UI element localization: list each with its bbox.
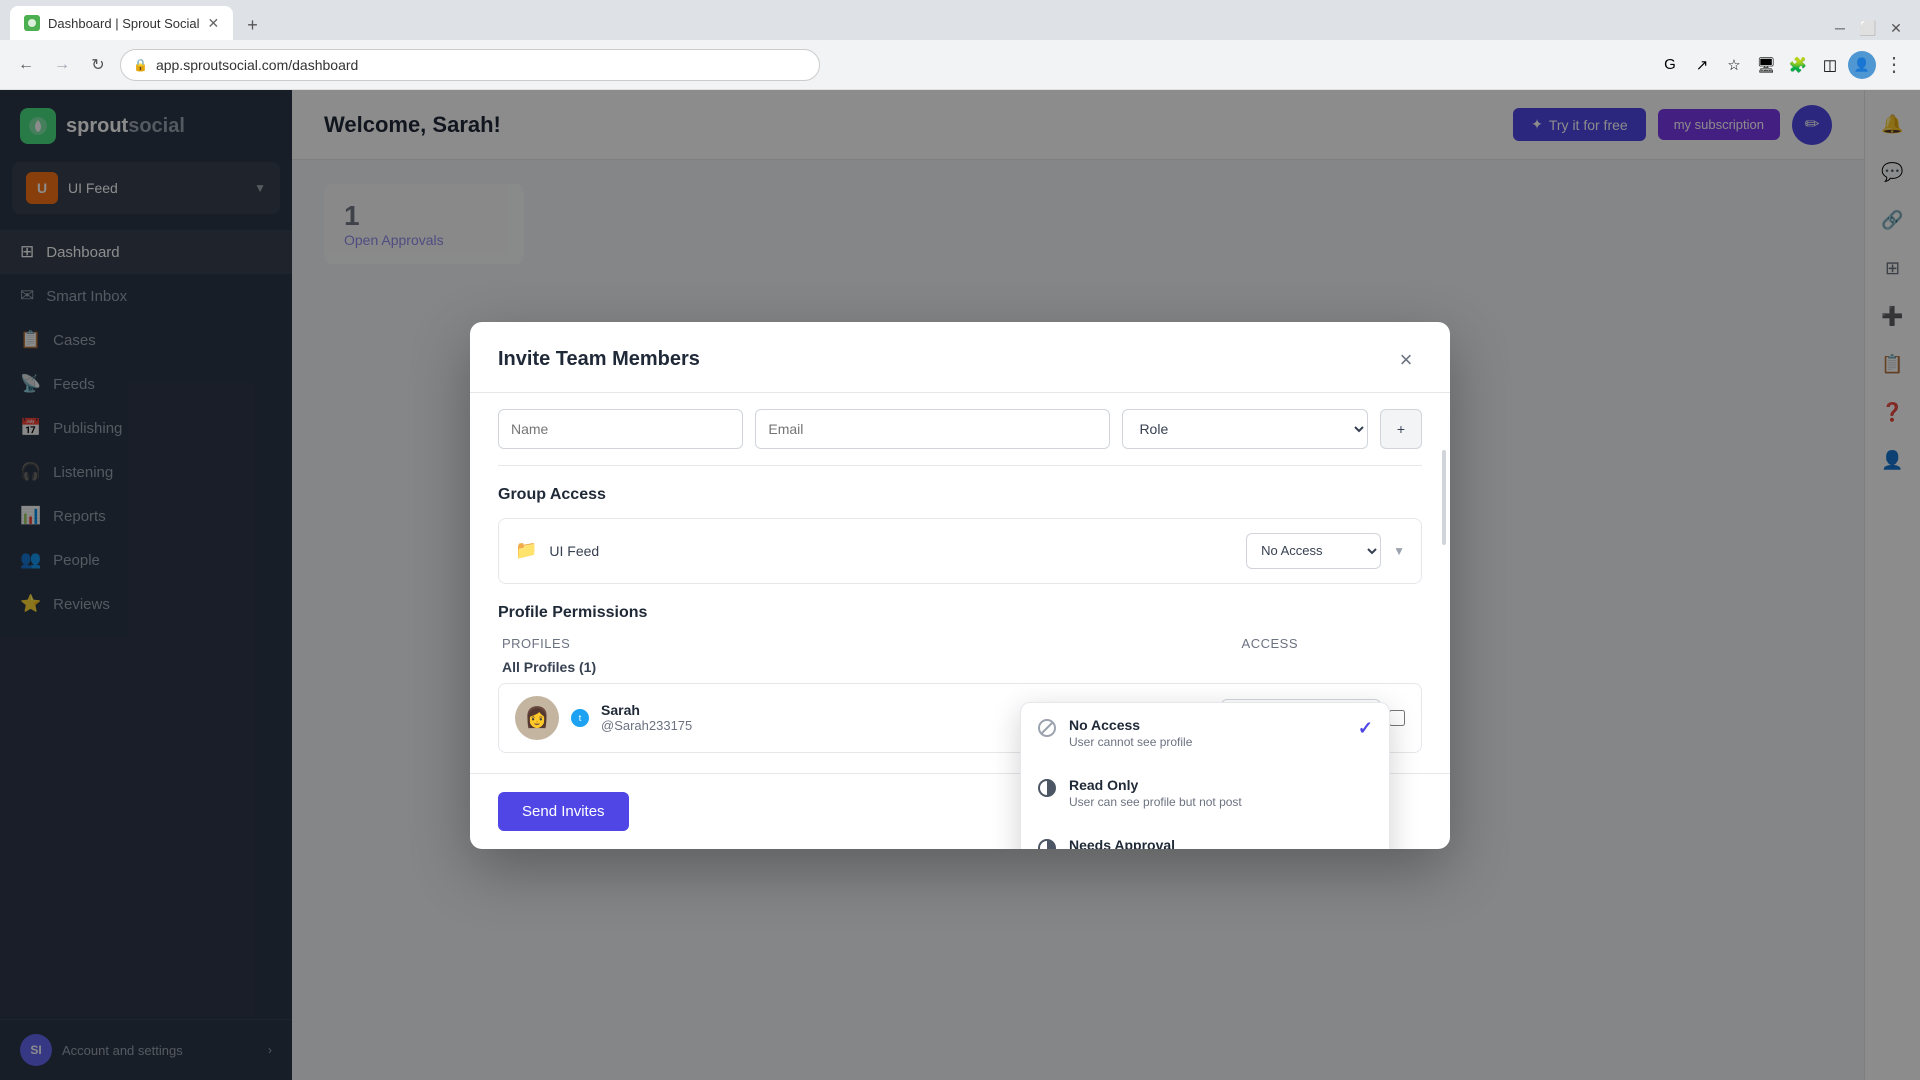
extensions-icon[interactable]: 🧩	[1784, 51, 1812, 79]
bookmark-icon[interactable]: ☆	[1720, 51, 1748, 79]
group-access-row: 📁 UI Feed No Access Read Only Needs Appr…	[498, 518, 1422, 584]
read-only-content: Read Only User can see profile but not p…	[1069, 777, 1373, 809]
group-name: UI Feed	[549, 543, 1246, 559]
google-icon[interactable]: G	[1656, 51, 1684, 79]
needs-approval-content: Needs Approval Users can see profile, ne…	[1069, 837, 1373, 849]
no-access-check: ✓	[1358, 718, 1373, 739]
no-access-label: No Access	[1069, 717, 1346, 733]
profile-icon[interactable]: 👤	[1848, 51, 1876, 79]
new-tab-button[interactable]: +	[239, 11, 266, 40]
forward-button[interactable]: →	[48, 51, 76, 79]
toolbar-right-icons: G ↗ ☆ 🖥 🧩 ◫ 👤 ⋮	[1656, 51, 1908, 79]
address-bar[interactable]: 🔒 app.sproutsocial.com/dashboard	[120, 49, 820, 81]
invite-inputs-row: Role +	[498, 393, 1422, 466]
send-invites-button[interactable]: Send Invites	[498, 792, 629, 831]
option-no-access[interactable]: No Access User cannot see profile ✓	[1021, 703, 1389, 763]
tab-title: Dashboard | Sprout Social	[48, 16, 200, 31]
role-select[interactable]: Role	[1122, 409, 1367, 449]
profiles-label: Profiles	[502, 636, 570, 651]
modal-title: Invite Team Members	[498, 348, 700, 371]
folder-icon: 📁	[515, 540, 537, 561]
invite-team-modal: Invite Team Members × Role + Group Acces…	[470, 322, 1450, 849]
profile-handle: @Sarah233175	[601, 718, 692, 733]
no-access-option-icon	[1037, 718, 1057, 738]
add-more-button[interactable]: +	[1380, 409, 1422, 449]
no-access-content: No Access User cannot see profile	[1069, 717, 1346, 749]
option-needs-approval[interactable]: Needs Approval Users can see profile, ne…	[1021, 823, 1389, 849]
active-tab[interactable]: Dashboard | Sprout Social ✕	[10, 6, 233, 40]
profile-permissions-title: Profile Permissions	[498, 604, 1422, 622]
scroll-indicator	[1442, 450, 1446, 545]
name-input[interactable]	[498, 409, 743, 449]
needs-approval-label: Needs Approval	[1069, 837, 1373, 849]
back-button[interactable]: ←	[12, 51, 40, 79]
tab-close-btn[interactable]: ✕	[208, 15, 220, 32]
group-access-section: Group Access 📁 UI Feed No Access Read On…	[498, 486, 1422, 584]
profile-display-name: Sarah	[601, 702, 692, 718]
window-minimize[interactable]: ─	[1828, 16, 1852, 40]
option-read-only[interactable]: Read Only User can see profile but not p…	[1021, 763, 1389, 823]
profiles-column-header: Profiles Access	[498, 636, 1422, 651]
refresh-button[interactable]: ↻	[84, 51, 112, 79]
share-icon[interactable]: ↗	[1688, 51, 1716, 79]
modal-overlay[interactable]: Invite Team Members × Role + Group Acces…	[0, 90, 1920, 1080]
twitter-badge: t	[571, 709, 589, 727]
sidebar-icon[interactable]: ◫	[1816, 51, 1844, 79]
read-only-label: Read Only	[1069, 777, 1373, 793]
app-container: sproutsocial U UI Feed ▼ ⊞ Dashboard ✉ S…	[0, 90, 1920, 1080]
no-access-desc: User cannot see profile	[1069, 735, 1346, 749]
window-close[interactable]: ✕	[1884, 16, 1908, 40]
access-column-label: Access	[1242, 636, 1298, 651]
needs-approval-icon	[1037, 838, 1057, 849]
browser-toolbar: ← → ↻ 🔒 app.sproutsocial.com/dashboard G…	[0, 40, 1920, 90]
email-input[interactable]	[755, 409, 1110, 449]
all-profiles-header: All Profiles (1)	[498, 659, 1422, 675]
browser-tabs-bar: Dashboard | Sprout Social ✕ + ─ ⬜ ✕	[0, 0, 1920, 40]
modal-close-button[interactable]: ×	[1390, 344, 1422, 376]
read-only-icon	[1037, 778, 1057, 798]
read-only-desc: User can see profile but not post	[1069, 795, 1373, 809]
tab-favicon	[24, 15, 40, 31]
group-access-select[interactable]: No Access Read Only Needs Approval Can R…	[1246, 533, 1381, 569]
profile-info: Sarah @Sarah233175	[601, 702, 692, 733]
profile-avatar: 👩	[515, 696, 559, 740]
modal-header: Invite Team Members ×	[470, 322, 1450, 393]
access-options-popup: No Access User cannot see profile ✓ Read…	[1020, 702, 1390, 849]
group-access-control: No Access Read Only Needs Approval Can R…	[1246, 533, 1405, 569]
all-profiles-label: All Profiles (1)	[502, 659, 596, 675]
lock-icon: 🔒	[133, 58, 148, 72]
profile-checkbox[interactable]	[1389, 710, 1405, 726]
url-text: app.sproutsocial.com/dashboard	[156, 57, 358, 73]
cast-icon[interactable]: 🖥	[1752, 51, 1780, 79]
dropdown-arrow: ▼	[1393, 544, 1405, 558]
browser-chrome: Dashboard | Sprout Social ✕ + ─ ⬜ ✕ ← → …	[0, 0, 1920, 90]
menu-icon[interactable]: ⋮	[1880, 51, 1908, 79]
group-access-title: Group Access	[498, 486, 1422, 504]
window-maximize[interactable]: ⬜	[1856, 16, 1880, 40]
